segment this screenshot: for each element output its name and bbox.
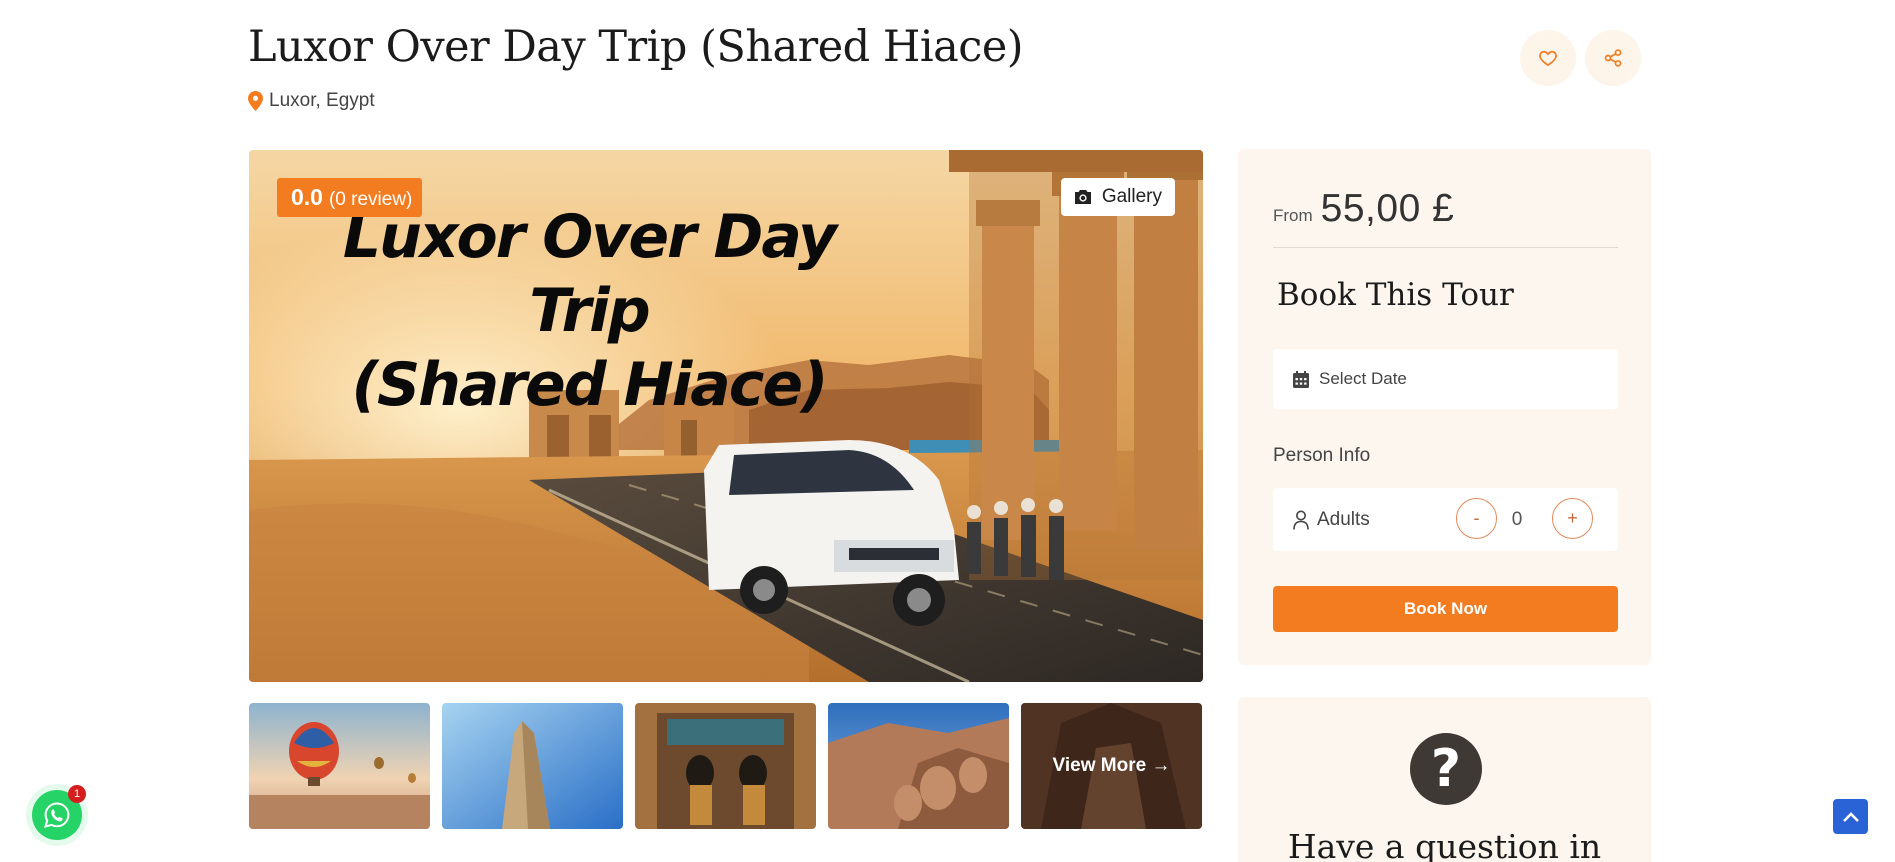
- thumbnail-strip: View More →: [249, 703, 1202, 829]
- hero-image[interactable]: Luxor Over Day Trip (Shared Hiace) 0.0 (…: [249, 150, 1203, 682]
- thumbnail-image: [635, 703, 816, 829]
- thumbnail-image: [249, 703, 430, 829]
- thumbnail-hot-air-balloons[interactable]: [249, 703, 430, 829]
- location-text: Luxor, Egypt: [269, 90, 375, 111]
- whatsapp-notification-badge: 1: [68, 785, 86, 803]
- book-tour-title: Book This Tour: [1273, 277, 1518, 316]
- rating-badge: 0.0 (0 review): [277, 178, 423, 217]
- gallery-button[interactable]: Gallery: [1060, 178, 1175, 216]
- select-date-field[interactable]: Select Date: [1273, 349, 1618, 409]
- adults-row: Adults - 0 +: [1273, 488, 1618, 551]
- share-icon: [1604, 49, 1622, 67]
- thumbnail-image: [442, 703, 623, 829]
- hero-caption-line-1: Luxor Over Day Trip: [342, 202, 837, 346]
- adults-label-group: Adults: [1293, 488, 1370, 551]
- price-value: 55,00 £: [1320, 187, 1455, 230]
- heart-icon: [1539, 50, 1557, 67]
- scroll-to-top-button[interactable]: [1833, 799, 1868, 834]
- divider: [1273, 247, 1618, 248]
- thumbnail-tomb-painting[interactable]: [635, 703, 816, 829]
- booking-panel: From 55,00 £ Book This Tour Select Date …: [1238, 149, 1651, 665]
- select-date-placeholder: Select Date: [1319, 369, 1407, 388]
- adults-count: 0: [1511, 508, 1523, 530]
- thumbnail-temple-statues[interactable]: [828, 703, 1009, 829]
- wishlist-button[interactable]: [1520, 30, 1576, 86]
- thumbnail-image: [828, 703, 1009, 829]
- view-more-tile[interactable]: View More →: [1021, 703, 1202, 829]
- question-heading: Have a question in: [1287, 827, 1602, 862]
- question-panel: ? Have a question in: [1238, 697, 1651, 862]
- thumbnail-obelisk[interactable]: [442, 703, 623, 829]
- hero-caption: Luxor Over Day Trip (Shared Hiace): [309, 200, 869, 422]
- rating-score: 0.0: [291, 184, 323, 210]
- book-now-button[interactable]: Book Now: [1273, 586, 1618, 632]
- user-icon: [1293, 510, 1309, 530]
- view-more-label: View More →: [1021, 703, 1202, 829]
- adults-increment-button[interactable]: +: [1552, 498, 1593, 539]
- calendar-icon: [1293, 370, 1309, 388]
- whatsapp-icon: [44, 802, 70, 828]
- tour-location: Luxor, Egypt: [248, 90, 375, 112]
- camera-icon: [1074, 190, 1091, 204]
- map-pin-icon: [248, 91, 263, 111]
- share-button[interactable]: [1585, 30, 1641, 86]
- book-tour-heading: Book This Tour: [1273, 277, 1518, 316]
- price-from-label: From: [1273, 206, 1313, 225]
- price: From 55,00 £: [1273, 187, 1454, 231]
- hero-caption-line-2: (Shared Hiace): [351, 350, 829, 420]
- adults-label: Adults: [1317, 508, 1370, 530]
- rating-count: (0 review): [328, 189, 413, 210]
- adults-decrement-button[interactable]: -: [1456, 498, 1497, 539]
- person-info-label: Person Info: [1273, 445, 1371, 466]
- gallery-label: Gallery: [1101, 186, 1162, 207]
- chevron-up-icon: [1842, 811, 1859, 822]
- page-title: Luxor Over Day Trip (Shared Hiace): [248, 22, 1024, 72]
- question-mark-icon: ?: [1410, 733, 1482, 805]
